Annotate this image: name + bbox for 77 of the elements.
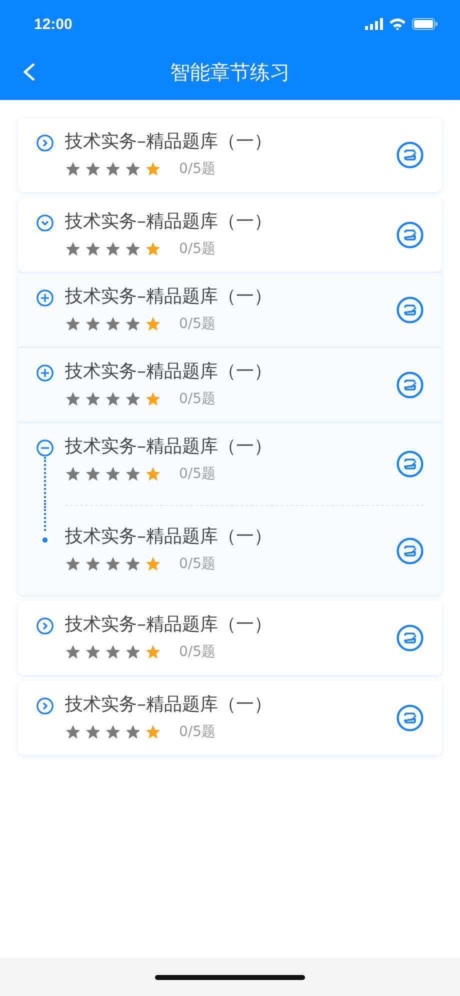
star-icon <box>145 556 161 572</box>
star-icon <box>105 391 121 407</box>
star-icon <box>125 644 141 660</box>
page-title: 智能章节练习 <box>170 58 290 86</box>
star-icon <box>145 724 161 740</box>
minus-icon[interactable] <box>36 439 54 457</box>
star-icon <box>145 161 161 177</box>
star-icon <box>85 391 101 407</box>
chevron-right-icon[interactable] <box>36 134 54 152</box>
star-icon <box>65 724 81 740</box>
wifi-icon <box>389 18 406 30</box>
star-icon <box>105 644 121 660</box>
item-title: 技术实务–精品题库（一） <box>65 525 273 549</box>
star-icon <box>125 556 141 572</box>
edit-button[interactable] <box>396 624 424 652</box>
star-icon <box>145 241 161 257</box>
chevron-right-icon[interactable] <box>36 617 54 635</box>
plus-icon[interactable] <box>36 364 54 382</box>
progress-count: 0/5题 <box>179 465 216 483</box>
item-title: 技术实务–精品题库（一） <box>65 693 273 717</box>
progress-count: 0/5题 <box>179 160 216 178</box>
star-icon <box>125 391 141 407</box>
edit-button[interactable] <box>396 371 424 399</box>
progress-count: 0/5题 <box>179 315 216 333</box>
star-icon <box>65 241 81 257</box>
star-icon <box>125 316 141 332</box>
star-icon <box>125 466 141 482</box>
star-icon <box>85 556 101 572</box>
chevron-down-icon[interactable] <box>36 214 54 232</box>
item-title: 技术实务–精品题库（一） <box>65 210 273 234</box>
star-icon <box>85 161 101 177</box>
edit-button[interactable] <box>396 296 424 324</box>
star-icon <box>145 644 161 660</box>
battery-icon <box>412 18 438 30</box>
star-icon <box>85 644 101 660</box>
star-icon <box>65 316 81 332</box>
edit-button[interactable] <box>396 450 424 478</box>
star-icon <box>85 724 101 740</box>
star-icon <box>145 316 161 332</box>
star-icon <box>105 161 121 177</box>
plus-icon[interactable] <box>36 289 54 307</box>
item-title: 技术实务–精品题库（一） <box>65 613 273 637</box>
progress-count: 0/5题 <box>179 240 216 258</box>
star-icon <box>65 556 81 572</box>
edit-button[interactable] <box>396 536 424 564</box>
item-title: 技术实务–精品题库（一） <box>65 360 273 384</box>
star-icon <box>125 241 141 257</box>
signal-icon <box>365 18 383 30</box>
star-icon <box>145 466 161 482</box>
star-icon <box>105 724 121 740</box>
star-icon <box>85 316 101 332</box>
item-title: 技术实务–精品题库（一） <box>65 130 273 154</box>
item-title: 技术实务–精品题库（一） <box>65 285 273 309</box>
star-icon <box>65 644 81 660</box>
progress-count: 0/5题 <box>179 555 216 573</box>
star-icon <box>105 466 121 482</box>
star-icon <box>105 556 121 572</box>
star-icon <box>125 724 141 740</box>
edit-button[interactable] <box>396 704 424 732</box>
star-icon <box>65 391 81 407</box>
back-icon[interactable] <box>22 62 36 82</box>
star-icon <box>85 241 101 257</box>
status-time: 12:00 <box>34 16 72 32</box>
progress-count: 0/5题 <box>179 390 216 408</box>
star-icon <box>85 466 101 482</box>
star-icon <box>145 391 161 407</box>
edit-button[interactable] <box>396 141 424 169</box>
item-title: 技术实务–精品题库（一） <box>65 435 273 459</box>
star-icon <box>125 161 141 177</box>
progress-count: 0/5题 <box>179 723 216 741</box>
star-icon <box>65 161 81 177</box>
chevron-right-icon[interactable] <box>36 697 54 715</box>
edit-button[interactable] <box>396 221 424 249</box>
star-icon <box>105 316 121 332</box>
star-icon <box>105 241 121 257</box>
progress-count: 0/5题 <box>179 643 216 661</box>
star-icon <box>65 466 81 482</box>
